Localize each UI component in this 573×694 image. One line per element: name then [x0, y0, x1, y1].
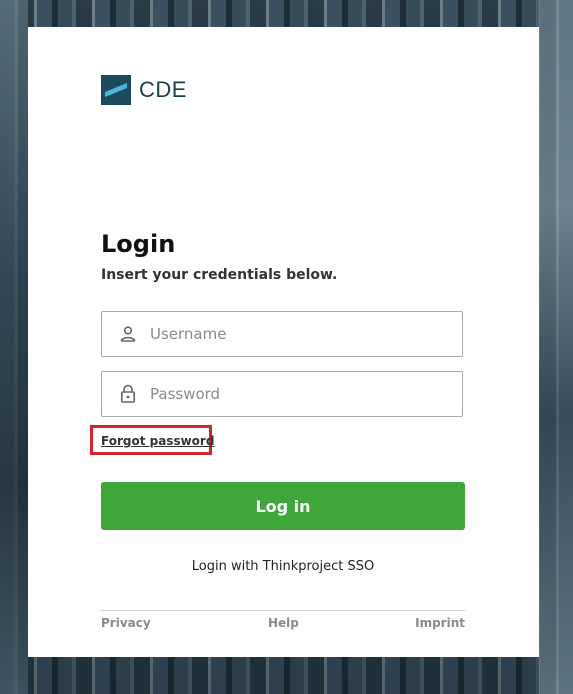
lock-icon [118, 384, 138, 404]
background-right-buildings [539, 0, 573, 694]
forgot-password-link[interactable]: Forgot password [101, 434, 214, 448]
page-subtitle: Insert your credentials below. [101, 267, 338, 283]
username-field[interactable] [101, 311, 463, 357]
page-title: Login [101, 230, 176, 258]
brand-logo: CDE [101, 75, 187, 105]
brand-logo-icon [101, 75, 131, 105]
login-button[interactable]: Log in [101, 482, 465, 530]
footer-privacy-link[interactable]: Privacy [101, 616, 151, 630]
password-field[interactable] [101, 371, 463, 417]
sso-login-link[interactable]: Login with Thinkproject SSO [101, 559, 465, 574]
footer-help-link[interactable]: Help [268, 616, 299, 630]
username-input[interactable] [150, 325, 440, 343]
footer-divider [101, 610, 465, 611]
password-input[interactable] [150, 385, 440, 403]
user-icon [118, 324, 138, 344]
background-left-buildings [0, 0, 28, 694]
footer-imprint-link[interactable]: Imprint [415, 616, 465, 630]
brand-name: CDE [139, 77, 187, 102]
login-card: CDE Login Insert your credentials below.… [28, 27, 539, 657]
